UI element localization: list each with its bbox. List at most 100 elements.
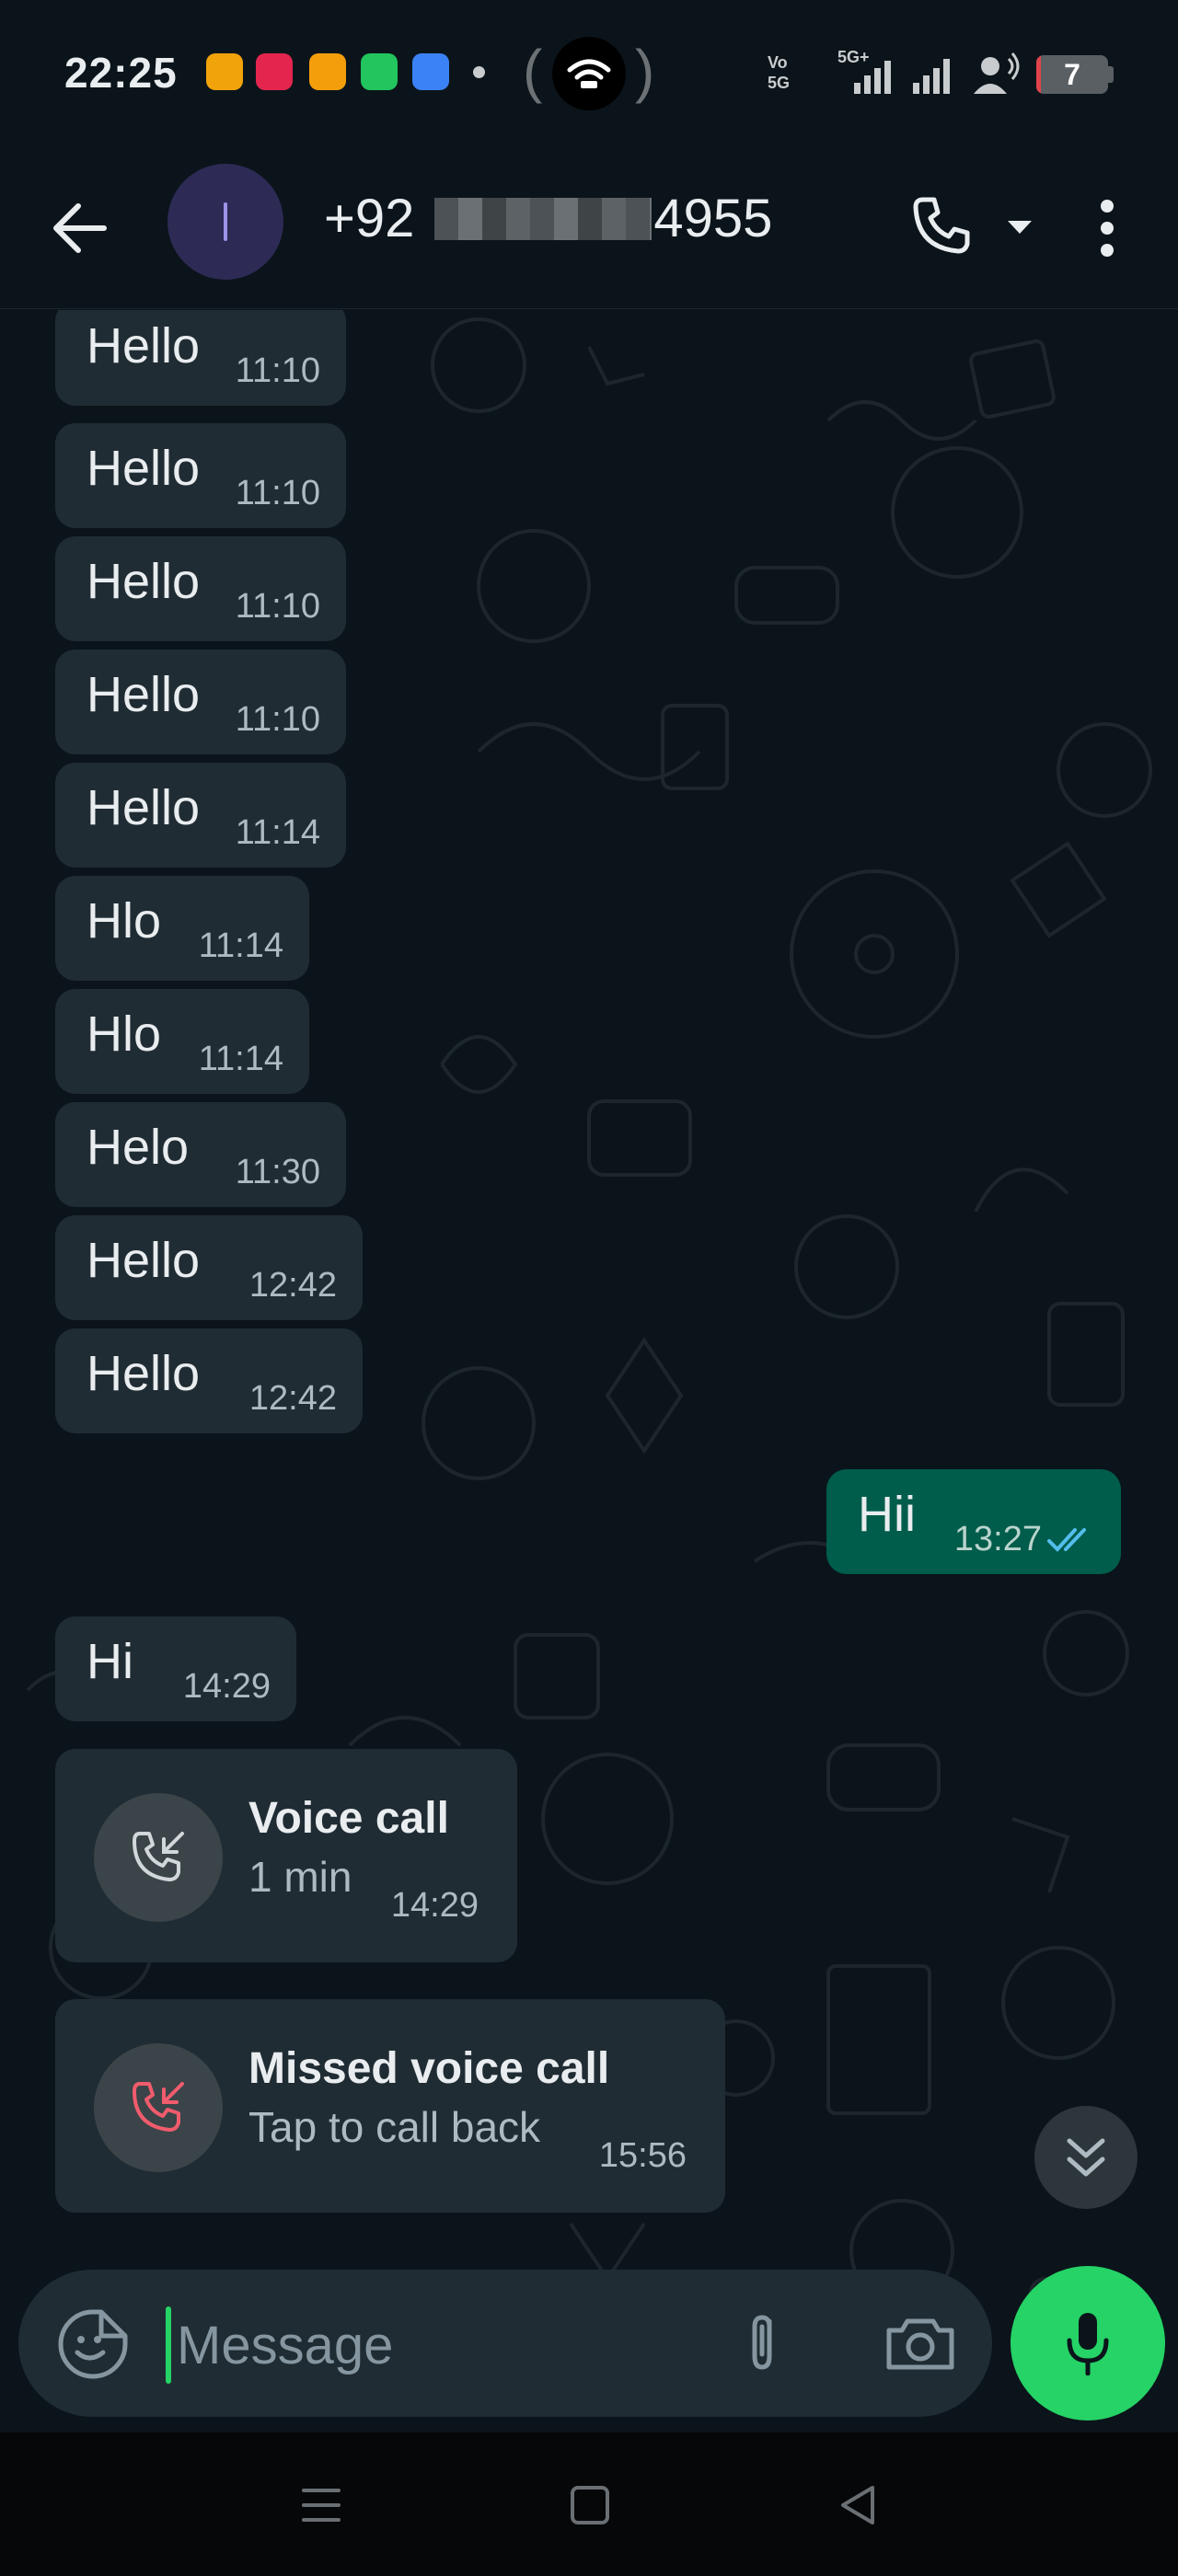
message-bubble[interactable]: Hello 11:10 [55, 310, 346, 406]
message-bubble[interactable]: Hlo 11:14 [55, 989, 309, 1094]
message-text: Hello [87, 1233, 201, 1288]
camera-icon[interactable] [882, 2306, 959, 2380]
text-caret [166, 2306, 171, 2384]
menu-lines-icon [302, 2489, 341, 2522]
person-audio-icon [974, 52, 1020, 94]
status-time: 22:25 [64, 49, 178, 97]
more-notifications-dot [473, 66, 485, 78]
notification-app-icon [206, 53, 243, 90]
hotspot-icon[interactable] [552, 37, 626, 110]
message-text: Hello [87, 667, 201, 722]
back-button[interactable] [40, 190, 118, 267]
files-icon [412, 53, 449, 90]
snapchat-icon [256, 53, 293, 90]
message-text: Hlo [87, 893, 162, 949]
battery-icon: 7 [1036, 55, 1108, 94]
message-time: 12:42 [248, 1266, 337, 1305]
missed-call-card[interactable]: Missed voice call Tap to call back 15:56 [55, 1999, 725, 2213]
microphone-icon [1067, 2313, 1109, 2375]
message-text: Hello [87, 554, 201, 609]
attachment-icon[interactable] [727, 2306, 801, 2380]
caret-down-icon [1008, 221, 1032, 234]
message-time: 11:14 [198, 926, 283, 965]
volte-icon: Vo 5G [768, 53, 790, 92]
message-text: Hello [87, 780, 201, 835]
svg-text:Vo: Vo [768, 53, 788, 72]
contact-name[interactable]: +92 4955 [324, 188, 772, 249]
status-bar: 22:25 ( ) Vo 5G 5G+ 7 [0, 0, 1178, 147]
system-navigation-bar [0, 2432, 1178, 2576]
sticker-emoji-icon[interactable] [57, 2308, 129, 2380]
recent-apps-button[interactable] [289, 2473, 353, 2537]
chat-screen: 22:25 ( ) Vo 5G 5G+ 7 +92 4955 Hello 11:… [0, 0, 1178, 2576]
message-bubble[interactable]: Helo 11:30 [55, 1102, 346, 1207]
more-options-button[interactable] [1086, 188, 1128, 269]
message-input[interactable] [177, 2306, 701, 2384]
call-time: 15:56 [598, 2136, 687, 2175]
svg-text:5G: 5G [768, 74, 790, 92]
message-text: Hello [87, 441, 201, 496]
home-button[interactable] [558, 2473, 622, 2537]
message-time: 11:10 [235, 587, 320, 626]
scroll-to-bottom-button[interactable] [1034, 2106, 1138, 2209]
signal-icon [913, 59, 950, 94]
message-text: Hlo [87, 1006, 162, 1062]
outgoing-message-bubble[interactable]: Hii 13:27 [826, 1469, 1121, 1574]
double-chevron-down-icon [1067, 2138, 1105, 2177]
message-text: Hello [87, 1346, 201, 1401]
contact-avatar[interactable] [167, 164, 283, 280]
message-text: Hello [87, 318, 201, 374]
call-title: Missed voice call [248, 2044, 610, 2093]
message-time: 11:14 [235, 813, 320, 852]
hotspot-left-paren: ( [523, 38, 543, 104]
contact-suffix: 4955 [653, 189, 773, 248]
message-time: 14:29 [182, 1667, 271, 1706]
gallery-icon [309, 53, 346, 90]
svg-text:5G+: 5G+ [837, 48, 870, 66]
chat-header: +92 4955 [0, 147, 1178, 309]
message-bubble[interactable]: Hello 11:14 [55, 763, 346, 868]
call-options-dropdown[interactable] [1003, 213, 1036, 241]
battery-level: 7 [1064, 58, 1080, 91]
redacted-number [434, 197, 653, 240]
incoming-call-icon [94, 1793, 223, 1922]
square-icon [571, 2486, 609, 2524]
contact-prefix: +92 [324, 189, 415, 248]
message-time: 11:14 [198, 1040, 283, 1078]
message-time: 12:42 [248, 1379, 337, 1418]
message-list[interactable]: Hello 11:10 Hello 11:10 Hello 11:10 Hell… [0, 310, 1178, 2432]
call-title: Voice call [248, 1794, 449, 1843]
missed-call-icon [94, 2043, 223, 2172]
calendar-icon [361, 53, 398, 90]
triangle-back-icon [841, 2486, 874, 2524]
back-nav-button[interactable] [825, 2473, 889, 2537]
avatar-glyph [224, 202, 227, 241]
double-check-read-icon [1047, 1528, 1086, 1552]
message-composer [18, 2270, 992, 2417]
voice-record-button[interactable] [1011, 2266, 1165, 2421]
call-back-hint: Tap to call back [248, 2103, 541, 2151]
call-duration: 1 min [248, 1853, 352, 1901]
message-bubble[interactable]: Hello 11:10 [55, 650, 346, 754]
call-time: 14:29 [390, 1886, 479, 1925]
message-bubble[interactable]: Hello 12:42 [55, 1328, 363, 1433]
message-time: 11:10 [235, 700, 320, 739]
message-time: 13:27 [953, 1520, 1042, 1558]
voice-call-card[interactable]: Voice call 1 min 14:29 [55, 1749, 517, 1962]
signal-5g-icon: 5G+ [837, 48, 891, 94]
more-vertical-icon [1101, 200, 1114, 257]
message-bubble[interactable]: Hlo 11:14 [55, 876, 309, 981]
battery-tip [1108, 66, 1114, 83]
message-time: 11:30 [235, 1153, 320, 1191]
arrow-left-icon [53, 203, 107, 253]
voice-call-button[interactable] [904, 188, 979, 263]
phone-icon [913, 197, 970, 254]
message-bubble[interactable]: Hi 14:29 [55, 1616, 296, 1721]
message-time: 11:10 [235, 474, 320, 512]
message-bubble[interactable]: Hello 11:10 [55, 536, 346, 641]
message-bubble[interactable]: Hello 11:10 [55, 423, 346, 528]
message-text: Hii [858, 1487, 916, 1542]
message-bubble[interactable]: Hello 12:42 [55, 1215, 363, 1320]
message-text: Helo [87, 1120, 190, 1175]
hotspot-right-paren: ) [635, 38, 655, 104]
